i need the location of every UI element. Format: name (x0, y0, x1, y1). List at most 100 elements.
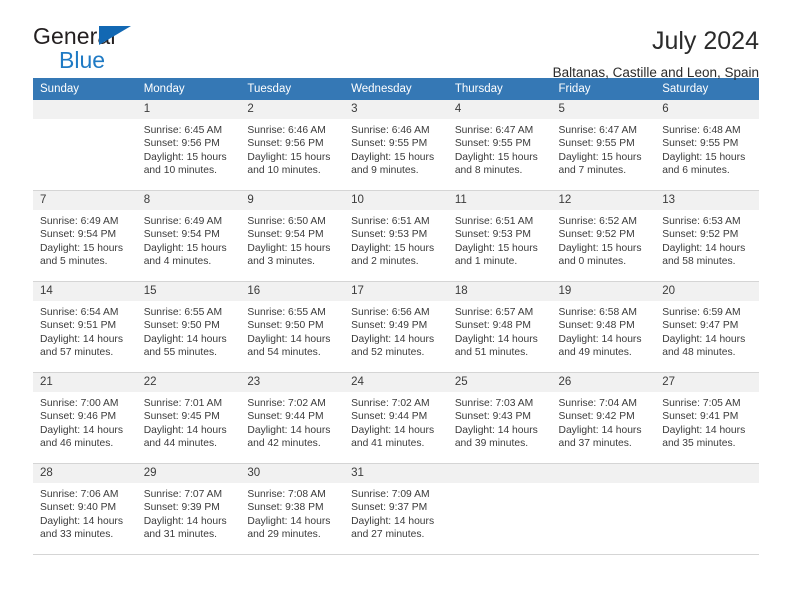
calendar-day-cell[interactable]: 5 Sunrise: 6:47 AM Sunset: 9:55 PM Daylight… (551, 100, 656, 191)
day-number: 29 (136, 464, 241, 483)
day-cell-content: 3 Sunrise: 6:46 AM Sunset: 9:55 PM Daylight… (344, 100, 448, 190)
day-cell-content: 24 Sunrise: 7:02 AM Sunset: 9:44 PM Dayligh… (344, 373, 448, 463)
day-sun-info: Sunrise: 6:54 AM Sunset: 9:51 PM Daylight:… (33, 301, 137, 360)
general-blue-logo[interactable]: General Blue (33, 25, 163, 77)
day-number: 25 (447, 373, 552, 392)
day-cell-content (551, 464, 656, 554)
day-daylight2-text: and 49 minutes. (558, 347, 632, 359)
day-sun-info: Sunrise: 7:00 AM Sunset: 9:46 PM Daylight:… (33, 392, 137, 451)
day-sunset-text: Sunset: 9:55 PM (662, 138, 739, 150)
day-sunrise-text: Sunrise: 6:47 AM (558, 125, 637, 136)
day-sun-info: Sunrise: 7:07 AM Sunset: 9:39 PM Daylight:… (137, 483, 241, 542)
calendar-day-cell[interactable]: 13 Sunrise: 6:53 AM Sunset: 9:52 PM Dayligh… (655, 190, 759, 282)
day-daylight2-text: and 52 minutes. (351, 347, 425, 359)
day-number: 2 (240, 100, 345, 119)
calendar-day-cell[interactable]: 4 Sunrise: 6:47 AM Sunset: 9:55 PM Daylight… (447, 100, 552, 191)
calendar-day-cell[interactable]: 6 Sunrise: 6:48 AM Sunset: 9:55 PM Daylight… (655, 100, 759, 191)
calendar-day-cell[interactable]: 20 Sunrise: 6:59 AM Sunset: 9:47 PM Dayligh… (655, 281, 759, 373)
calendar-day-cell[interactable]: 12 Sunrise: 6:52 AM Sunset: 9:52 PM Dayligh… (551, 190, 656, 282)
day-sun-info: Sunrise: 7:09 AM Sunset: 9:37 PM Daylight:… (344, 483, 448, 542)
day-daylight2-text: and 48 minutes. (662, 347, 736, 359)
day-sunrise-text: Sunrise: 7:03 AM (454, 398, 534, 409)
day-daylight1-text: Daylight: 14 hours (454, 333, 538, 345)
calendar-day-cell[interactable]: 19 Sunrise: 6:58 AM Sunset: 9:48 PM Dayligh… (551, 281, 656, 373)
day-sunset-text: Sunset: 9:48 PM (454, 320, 531, 332)
day-sunset-text: Sunset: 9:43 PM (454, 411, 531, 423)
calendar-day-cell[interactable]: 31 Sunrise: 7:09 AM Sunset: 9:37 PM Dayligh… (344, 463, 448, 555)
day-number: 24 (344, 373, 448, 392)
day-sunrise-text: Sunrise: 6:59 AM (662, 307, 741, 318)
day-daylight2-text: and 10 minutes. (143, 165, 217, 177)
day-daylight1-text: Daylight: 14 hours (247, 515, 331, 527)
day-sun-info: Sunrise: 6:49 AM Sunset: 9:54 PM Daylight:… (137, 210, 241, 269)
calendar-day-cell[interactable]: 1 Sunrise: 6:45 AM Sunset: 9:56 PM Daylight… (136, 100, 241, 191)
day-sunset-text: Sunset: 9:51 PM (40, 320, 117, 332)
day-sunset-text: Sunset: 9:40 PM (40, 502, 117, 514)
calendar-day-cell[interactable]: 16 Sunrise: 6:55 AM Sunset: 9:50 PM Dayligh… (240, 281, 345, 373)
calendar-day-cell[interactable]: 8 Sunrise: 6:49 AM Sunset: 9:54 PM Daylight… (136, 190, 241, 282)
day-sunrise-text: Sunrise: 6:48 AM (662, 125, 741, 136)
calendar-day-cell[interactable]: 27 Sunrise: 7:05 AM Sunset: 9:41 PM Dayligh… (655, 372, 759, 464)
day-daylight2-text: and 7 minutes. (558, 165, 627, 177)
calendar-day-cell[interactable]: 22 Sunrise: 7:01 AM Sunset: 9:45 PM Dayligh… (136, 372, 241, 464)
calendar-day-cell[interactable]: 23 Sunrise: 7:02 AM Sunset: 9:44 PM Dayligh… (240, 372, 345, 464)
day-daylight2-text: and 29 minutes. (247, 529, 321, 541)
triangle-icon (99, 26, 131, 45)
calendar-day-cell[interactable]: 18 Sunrise: 6:57 AM Sunset: 9:48 PM Dayligh… (447, 281, 552, 373)
day-sun-info: Sunrise: 6:46 AM Sunset: 9:55 PM Daylight:… (344, 119, 448, 178)
weekday-header-tuesday: Tuesday (240, 78, 345, 100)
day-cell-content: 5 Sunrise: 6:47 AM Sunset: 9:55 PM Daylight… (551, 100, 656, 190)
day-sunset-text: Sunset: 9:55 PM (454, 138, 531, 150)
day-number: 10 (344, 191, 448, 210)
day-number: 3 (344, 100, 448, 119)
day-sunrise-text: Sunrise: 7:01 AM (143, 398, 223, 409)
day-daylight2-text: and 1 minute. (454, 256, 518, 268)
day-sun-info: Sunrise: 7:03 AM Sunset: 9:43 PM Daylight:… (448, 392, 552, 451)
calendar-day-cell[interactable]: 11 Sunrise: 6:51 AM Sunset: 9:53 PM Dayligh… (447, 190, 552, 282)
calendar-day-cell[interactable]: 28 Sunrise: 7:06 AM Sunset: 9:40 PM Dayligh… (33, 463, 137, 555)
calendar-day-cell[interactable]: 29 Sunrise: 7:07 AM Sunset: 9:39 PM Dayligh… (136, 463, 241, 555)
calendar-day-cell[interactable]: 24 Sunrise: 7:02 AM Sunset: 9:44 PM Dayligh… (344, 372, 448, 464)
day-cell-content: 9 Sunrise: 6:50 AM Sunset: 9:54 PM Daylight… (240, 191, 345, 281)
day-number: 27 (655, 373, 759, 392)
page-header: General Blue July 2024 Baltanas, Castill… (33, 0, 759, 80)
day-sunset-text: Sunset: 9:55 PM (351, 138, 428, 150)
day-sunset-text: Sunset: 9:39 PM (143, 502, 220, 514)
day-number: 26 (551, 373, 656, 392)
day-cell-content: 16 Sunrise: 6:55 AM Sunset: 9:50 PM Dayligh… (240, 282, 345, 372)
calendar-day-cell[interactable]: 17 Sunrise: 6:56 AM Sunset: 9:49 PM Dayligh… (344, 281, 448, 373)
calendar-day-cell[interactable]: 7 Sunrise: 6:49 AM Sunset: 9:54 PM Daylight… (33, 190, 137, 282)
day-number: 18 (447, 282, 552, 301)
day-sunrise-text: Sunrise: 7:08 AM (247, 489, 326, 500)
calendar-day-cell[interactable]: 3 Sunrise: 6:46 AM Sunset: 9:55 PM Daylight… (344, 100, 448, 191)
day-sunrise-text: Sunrise: 6:58 AM (558, 307, 637, 318)
day-daylight2-text: and 0 minutes. (558, 256, 627, 268)
day-number (33, 100, 137, 119)
day-sun-info: Sunrise: 7:01 AM Sunset: 9:45 PM Daylight:… (137, 392, 241, 451)
calendar-day-cell[interactable]: 21 Sunrise: 7:00 AM Sunset: 9:46 PM Dayligh… (33, 372, 137, 464)
calendar-day-cell[interactable]: 2 Sunrise: 6:46 AM Sunset: 9:56 PM Daylight… (240, 100, 345, 191)
day-sunrise-text: Sunrise: 7:00 AM (40, 398, 119, 409)
calendar-day-cell[interactable]: 25 Sunrise: 7:03 AM Sunset: 9:43 PM Dayligh… (447, 372, 552, 464)
calendar-day-cell[interactable]: 26 Sunrise: 7:04 AM Sunset: 9:42 PM Dayligh… (551, 372, 656, 464)
calendar-day-cell[interactable]: 9 Sunrise: 6:50 AM Sunset: 9:54 PM Daylight… (240, 190, 345, 282)
day-cell-content: 26 Sunrise: 7:04 AM Sunset: 9:42 PM Dayligh… (551, 373, 656, 463)
day-sun-info: Sunrise: 6:57 AM Sunset: 9:48 PM Daylight:… (448, 301, 552, 360)
calendar-day-cell[interactable]: 10 Sunrise: 6:51 AM Sunset: 9:53 PM Dayligh… (344, 190, 448, 282)
calendar-day-cell-empty (655, 463, 759, 555)
day-sunrise-text: Sunrise: 6:53 AM (662, 216, 741, 227)
calendar-day-cell[interactable]: 14 Sunrise: 6:54 AM Sunset: 9:51 PM Dayligh… (33, 281, 137, 373)
day-sunrise-text: Sunrise: 6:46 AM (247, 125, 326, 136)
day-sun-info: Sunrise: 7:05 AM Sunset: 9:41 PM Daylight:… (655, 392, 759, 451)
day-sun-info: Sunrise: 6:51 AM Sunset: 9:53 PM Daylight:… (344, 210, 448, 269)
day-cell-content: 10 Sunrise: 6:51 AM Sunset: 9:53 PM Dayligh… (344, 191, 448, 281)
calendar-day-cell-empty (447, 463, 552, 555)
day-cell-content: 29 Sunrise: 7:07 AM Sunset: 9:39 PM Dayligh… (136, 464, 241, 554)
day-daylight1-text: Daylight: 15 hours (454, 242, 538, 254)
calendar-day-cell[interactable]: 30 Sunrise: 7:08 AM Sunset: 9:38 PM Dayligh… (240, 463, 345, 555)
day-daylight1-text: Daylight: 14 hours (558, 424, 642, 436)
day-daylight1-text: Daylight: 14 hours (351, 515, 435, 527)
day-daylight1-text: Daylight: 14 hours (247, 424, 331, 436)
calendar-day-cell[interactable]: 15 Sunrise: 6:55 AM Sunset: 9:50 PM Dayligh… (136, 281, 241, 373)
day-sun-info: Sunrise: 6:55 AM Sunset: 9:50 PM Daylight:… (137, 301, 241, 360)
